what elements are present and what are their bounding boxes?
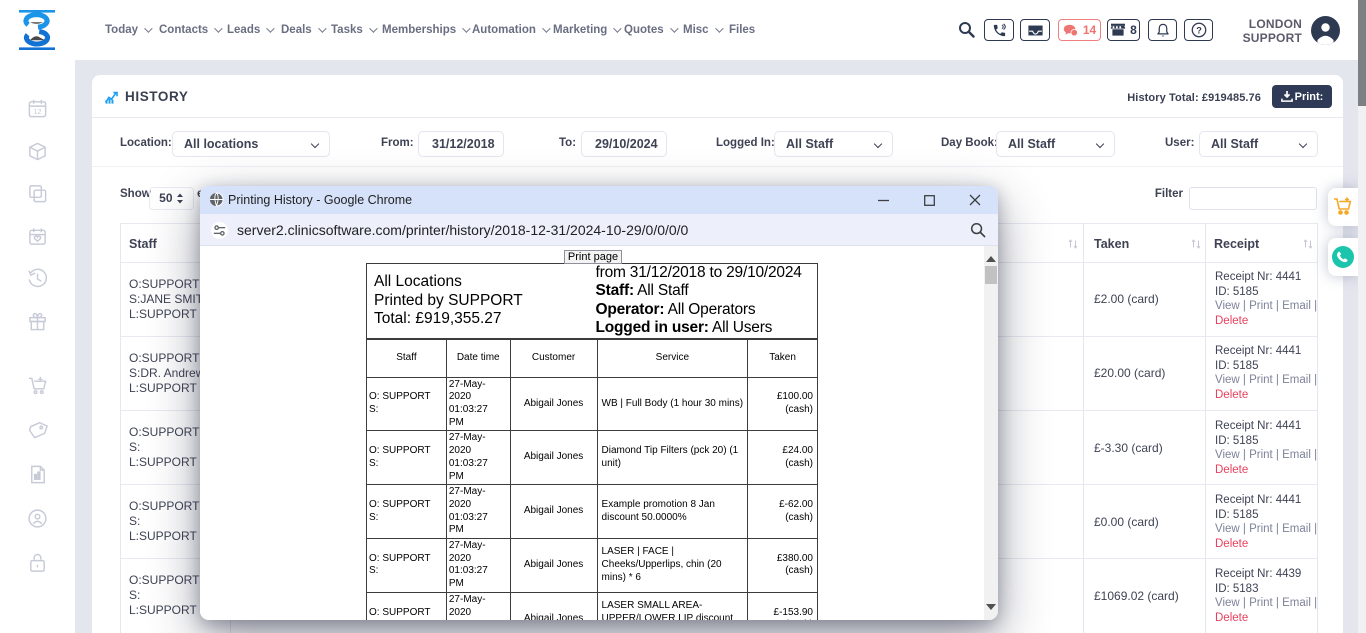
svg-text:?: ?	[1196, 25, 1202, 35]
svg-text:12: 12	[34, 108, 42, 116]
